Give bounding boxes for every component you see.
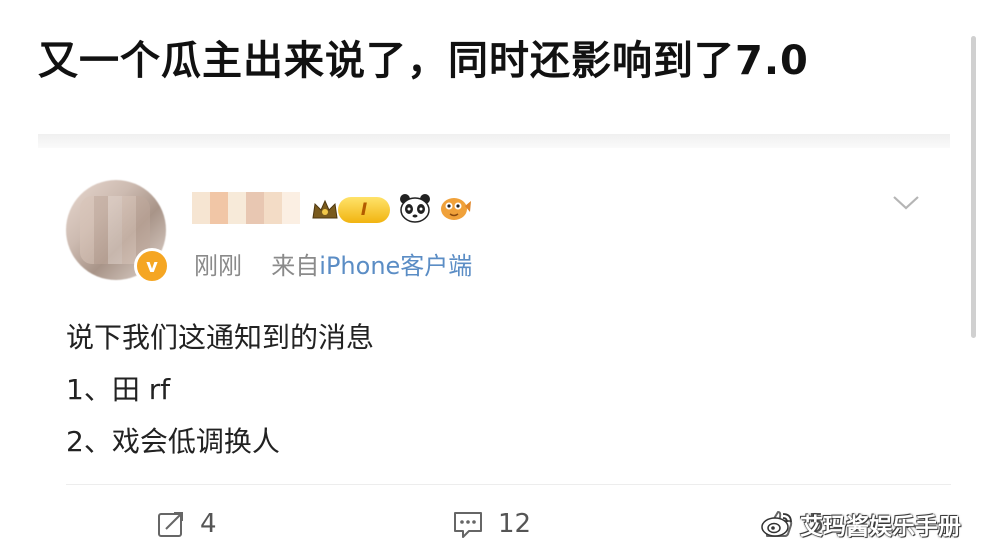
headline: 又一个瓜主出来说了，同时还影响到了7.0 (38, 38, 809, 84)
weibo-logo-icon (761, 513, 792, 537)
crown-icon (312, 199, 338, 219)
post-line: 2、戏会低调换人 (66, 425, 280, 458)
fish-icon (441, 198, 471, 220)
post-line: 1、田 rf (66, 373, 171, 406)
section-divider (38, 134, 950, 148)
username-mosaic[interactable] (192, 192, 300, 224)
post-time: 刚刚 (194, 252, 242, 280)
comment-button[interactable]: 12 (452, 506, 531, 542)
comment-icon (454, 512, 482, 538)
repost-icon (158, 512, 183, 537)
chevron-down-icon[interactable] (891, 192, 921, 212)
post-source-link[interactable]: iPhone客户端 (319, 252, 472, 280)
repost-count: 4 (200, 509, 217, 539)
scrollbar[interactable] (971, 36, 976, 338)
post-line: 说下我们这通知到的消息 (66, 321, 375, 354)
panda-icon (400, 194, 430, 223)
watermark-text: 艾玛酱娱乐手册 (800, 514, 961, 540)
watermark: 艾玛酱娱乐手册 (760, 506, 961, 542)
action-divider (66, 484, 951, 485)
post-body: 说下我们这通知到的消息 1、田 rf 2、戏会低调换人 (66, 312, 374, 468)
post-meta: 刚刚 来自iPhone客户端 (194, 246, 472, 281)
verified-badge-icon: v (134, 248, 170, 284)
repost-button[interactable]: 4 (156, 506, 217, 542)
source-prefix: 来自 (271, 252, 320, 280)
comment-count: 12 (498, 509, 532, 539)
level-badge: I (338, 197, 390, 223)
